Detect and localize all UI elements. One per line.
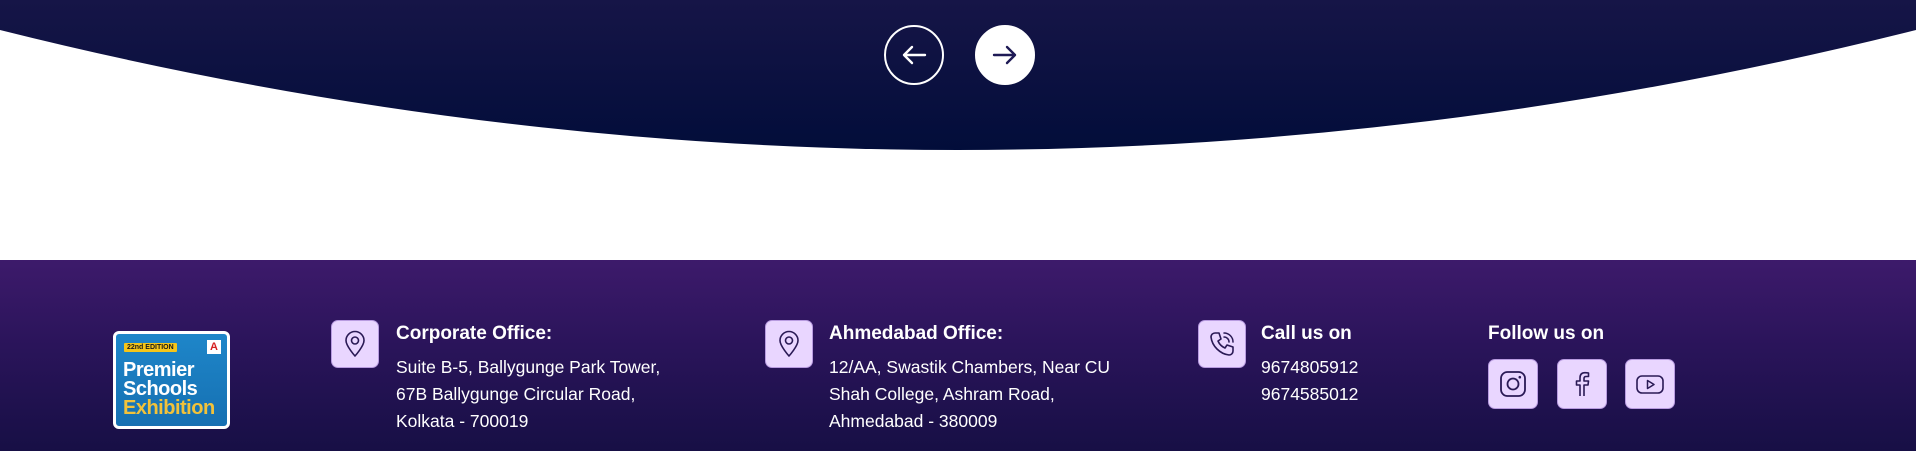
- site-footer: 22nd EDITION A Premier Schools Exhibitio…: [0, 260, 1916, 451]
- instagram-link[interactable]: [1488, 359, 1538, 409]
- corporate-address-line-2: 67B Ballygunge Circular Road,: [396, 384, 636, 404]
- corporate-office-icon-box: [331, 320, 379, 368]
- phone-number-1[interactable]: 9674805912: [1261, 357, 1358, 378]
- facebook-link[interactable]: [1557, 359, 1607, 409]
- location-pin-icon: [779, 330, 799, 357]
- corporate-office-heading: Corporate Office:: [396, 323, 553, 344]
- logo-badge: A: [207, 340, 221, 354]
- phone-icon: [1210, 332, 1234, 356]
- carousel-prev-button[interactable]: [884, 25, 944, 85]
- premier-schools-exhibition-logo[interactable]: 22nd EDITION A Premier Schools Exhibitio…: [113, 331, 230, 429]
- logo-line-2: Schools: [123, 378, 198, 400]
- ahmedabad-address-line-1: 12/AA, Swastik Chambers, Near CU: [829, 357, 1111, 377]
- arrow-left-icon: [902, 45, 927, 65]
- arrow-right-icon: [992, 45, 1017, 65]
- call-icon-box: [1198, 320, 1246, 368]
- corporate-address-line-3: Kolkata - 700019: [396, 411, 529, 431]
- youtube-link[interactable]: [1625, 359, 1675, 409]
- facebook-icon: [1575, 371, 1590, 396]
- youtube-icon: [1636, 375, 1664, 394]
- ahmedabad-address-line-2: Shah College, Ashram Road,: [829, 384, 1055, 404]
- ahmedabad-address-line-3: Ahmedabad - 380009: [829, 411, 998, 431]
- follow-us-heading: Follow us on: [1488, 323, 1605, 344]
- corporate-address-line-1: Suite B-5, Ballygunge Park Tower,: [396, 357, 661, 377]
- logo-edition-label: 22nd EDITION: [124, 343, 177, 352]
- page: 22nd EDITION A Premier Schools Exhibitio…: [0, 0, 1916, 451]
- location-pin-icon: [345, 330, 365, 357]
- logo-line-3: Exhibition: [123, 397, 215, 419]
- ahmedabad-office-heading: Ahmedabad Office:: [829, 323, 1004, 344]
- ahmedabad-office-icon-box: [765, 320, 813, 368]
- carousel-next-button[interactable]: [975, 25, 1035, 85]
- curved-banner: [0, 0, 1916, 150]
- phone-number-2[interactable]: 9674585012: [1261, 384, 1358, 405]
- call-us-heading: Call us on: [1261, 323, 1352, 344]
- instagram-icon: [1500, 371, 1526, 397]
- logo-line-1: Premier: [123, 359, 195, 381]
